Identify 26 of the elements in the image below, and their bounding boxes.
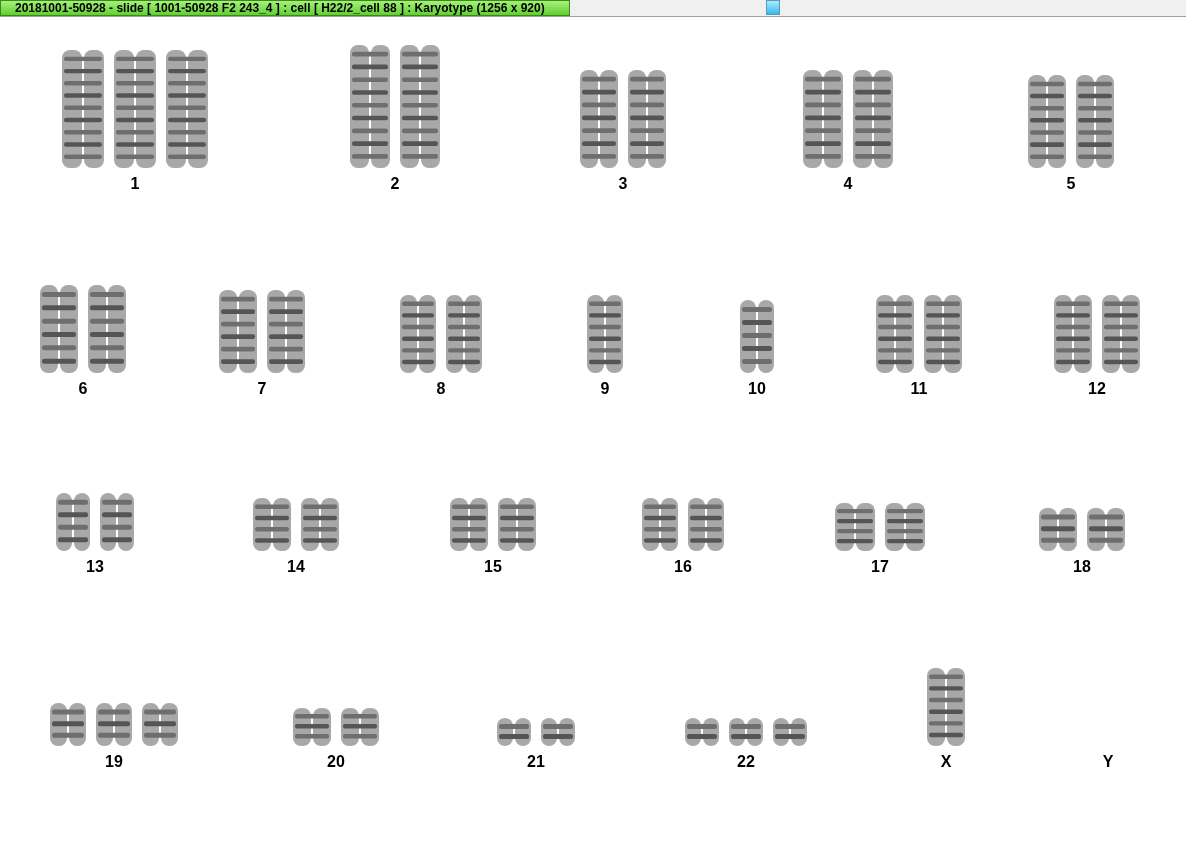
chromosome-label: 20 — [327, 753, 345, 771]
window-title: 20181001-50928 - slide [ 1001-50928 F2 243_4 ] : cell [ H22/2_cell 88 ] : Karyotype (1256 x 920) — [0, 0, 570, 16]
chromosome-label: 3 — [618, 175, 628, 193]
chromosome-label: 7 — [257, 380, 267, 398]
chromosome-label: 21 — [527, 753, 545, 771]
chromosome-label: 1 — [130, 175, 140, 193]
chromosome-label: 19 — [105, 753, 123, 771]
chromosome-label: 9 — [600, 380, 610, 398]
chromosome-label: 12 — [1088, 380, 1106, 398]
chromosome-label: 11 — [910, 380, 928, 398]
chromosome-label: 10 — [748, 380, 766, 398]
chromosome-label: 16 — [674, 558, 692, 576]
chromosome-label: X — [940, 753, 952, 771]
chromosome-label: 18 — [1073, 558, 1091, 576]
chromosome-label: 13 — [86, 558, 104, 576]
chromosome-label: 22 — [737, 753, 755, 771]
chromosome-label: 2 — [390, 175, 400, 193]
chromosome-label: 15 — [484, 558, 502, 576]
chromosome-label: 14 — [287, 558, 305, 576]
scroll-thumb[interactable] — [766, 0, 780, 15]
chromosome-label: 8 — [436, 380, 446, 398]
chromosome-label: Y — [1102, 753, 1114, 771]
chromosome-label: 6 — [78, 380, 88, 398]
chromosome-label: 17 — [871, 558, 889, 576]
chromosome-label: 4 — [843, 175, 853, 193]
chromosome-label: 5 — [1066, 175, 1076, 193]
